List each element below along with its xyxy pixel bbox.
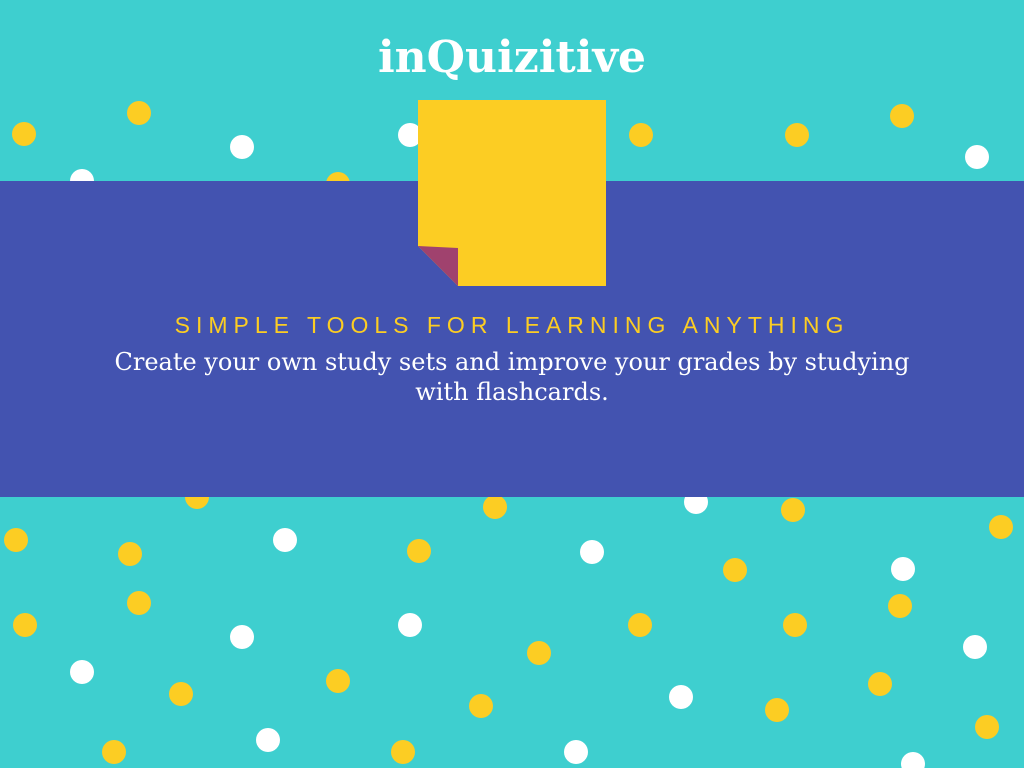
hero-description: Create your own study sets and improve y…	[114, 348, 910, 406]
white-dot	[273, 528, 297, 552]
white-dot	[230, 135, 254, 159]
yellow-dot	[868, 672, 892, 696]
white-dot	[70, 660, 94, 684]
yellow-dot	[527, 641, 551, 665]
hero-tagline: SIMPLE TOOLS FOR LEARNING ANYTHING	[174, 312, 850, 338]
yellow-dot	[127, 101, 151, 125]
yellow-dot	[4, 528, 28, 552]
yellow-dot	[765, 698, 789, 722]
yellow-dot	[888, 594, 912, 618]
yellow-dot	[483, 495, 507, 519]
yellow-dot	[13, 613, 37, 637]
yellow-dot	[118, 542, 142, 566]
white-dot	[580, 540, 604, 564]
yellow-dot	[989, 515, 1013, 539]
yellow-dot	[391, 740, 415, 764]
yellow-dot	[629, 123, 653, 147]
sticky-note-icon	[418, 100, 606, 286]
sticky-note-fold	[418, 246, 458, 286]
yellow-dot	[102, 740, 126, 764]
yellow-dot	[975, 715, 999, 739]
yellow-dot	[781, 498, 805, 522]
white-dot	[398, 613, 422, 637]
white-dot	[256, 728, 280, 752]
yellow-dot	[785, 123, 809, 147]
yellow-dot	[326, 669, 350, 693]
yellow-dot	[127, 591, 151, 615]
yellow-dot	[723, 558, 747, 582]
yellow-dot	[169, 682, 193, 706]
yellow-dot	[783, 613, 807, 637]
landing-page: inQuizitive SIMPLE TOOLS FOR LEARNING AN…	[0, 0, 1024, 768]
white-dot	[965, 145, 989, 169]
white-dot	[669, 685, 693, 709]
yellow-dot	[469, 694, 493, 718]
yellow-dot	[628, 613, 652, 637]
white-dot	[891, 557, 915, 581]
yellow-dot	[407, 539, 431, 563]
white-dot	[564, 740, 588, 764]
white-dot	[963, 635, 987, 659]
yellow-dot	[12, 122, 36, 146]
app-title: inQuizitive	[377, 32, 647, 83]
white-dot	[230, 625, 254, 649]
yellow-dot	[890, 104, 914, 128]
